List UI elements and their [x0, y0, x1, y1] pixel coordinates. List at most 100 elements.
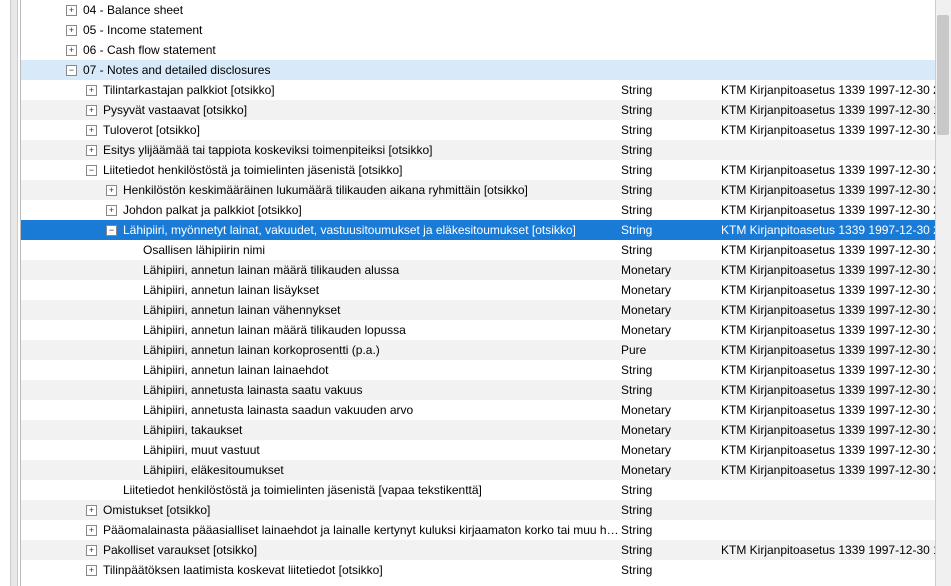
- row-type: String: [621, 240, 721, 260]
- tree-row[interactable]: +04 - Balance sheet: [21, 0, 951, 20]
- tree-row[interactable]: +05 - Income statement: [21, 20, 951, 40]
- row-type: String: [621, 220, 721, 240]
- row-type: Monetary: [621, 460, 721, 480]
- tree-row[interactable]: +Tilinpäätöksen laatimista koskevat liit…: [21, 560, 951, 580]
- expand-icon[interactable]: +: [86, 125, 97, 136]
- tree-row[interactable]: Lähipiiri, annetun lainan määrä tilikaud…: [21, 320, 951, 340]
- tree-row[interactable]: Lähipiiri, eläkesitoumuksetMonetaryKTM K…: [21, 460, 951, 480]
- expand-icon[interactable]: +: [86, 505, 97, 516]
- tree-row[interactable]: Lähipiiri, annetun lainan lainaehdotStri…: [21, 360, 951, 380]
- row-label: Liitetiedot henkilöstöstä ja toimielinte…: [123, 480, 621, 500]
- tree-row[interactable]: Osallisen lähipiirin nimiStringKTM Kirja…: [21, 240, 951, 260]
- row-label: Tuloverot [otsikko]: [103, 120, 621, 140]
- tree-row[interactable]: + Pakolliset varaukset [otsikko]StringKTM…: [21, 540, 951, 560]
- tree-row[interactable]: Lähipiiri, annetusta lainasta saatu vaku…: [21, 380, 951, 400]
- vertical-scrollbar[interactable]: [935, 0, 951, 586]
- row-type: String: [621, 80, 721, 100]
- row-reference: KTM Kirjanpitoasetus 1339 1997-12-30 2 8: [721, 360, 951, 380]
- row-label: Osallisen lähipiirin nimi: [143, 240, 621, 260]
- row-reference: KTM Kirjanpitoasetus 1339 1997-12-30 2 8: [721, 440, 951, 460]
- row-label: Lähipiiri, annetun lainan vähennykset: [143, 300, 621, 320]
- expand-icon[interactable]: +: [106, 205, 117, 216]
- expand-icon[interactable]: +: [86, 105, 97, 116]
- expand-icon[interactable]: +: [86, 145, 97, 156]
- tree-row[interactable]: −Liitetiedot henkilöstöstä ja toimielint…: [21, 160, 951, 180]
- tree-row[interactable]: Lähipiiri, annetun lainan vähennyksetMon…: [21, 300, 951, 320]
- tree-row[interactable]: + Omistukset [otsikko]String: [21, 500, 951, 520]
- collapse-icon[interactable]: −: [86, 165, 97, 176]
- left-scroll-strip: [10, 0, 18, 586]
- row-type: String: [621, 540, 721, 560]
- collapse-icon[interactable]: −: [66, 65, 77, 76]
- row-reference: KTM Kirjanpitoasetus 1339 1997-12-30 2 8: [721, 260, 951, 280]
- row-type: Monetary: [621, 440, 721, 460]
- row-label: Lähipiiri, annetun lainan määrä tilikaud…: [143, 260, 621, 280]
- row-label: Lähipiiri, annetun lainan lisäykset: [143, 280, 621, 300]
- row-label: 05 - Income statement: [83, 20, 621, 40]
- tree-row[interactable]: −07 - Notes and detailed disclosures: [21, 60, 951, 80]
- expand-icon[interactable]: +: [86, 525, 97, 536]
- tree-row[interactable]: +Pääomalainasta pääasialliset lainaehdot…: [21, 520, 951, 540]
- row-type: String: [621, 120, 721, 140]
- tree-row[interactable]: Lähipiiri, annetun lainan lisäyksetMonet…: [21, 280, 951, 300]
- row-type: String: [621, 480, 721, 500]
- row-type: String: [621, 500, 721, 520]
- expand-icon[interactable]: +: [66, 45, 77, 56]
- expand-icon[interactable]: +: [86, 85, 97, 96]
- row-reference: KTM Kirjanpitoasetus 1339 1997-12-30 2 8: [721, 240, 951, 260]
- row-label: Omistukset [otsikko]: [103, 500, 621, 520]
- tree-row[interactable]: Lähipiiri, takauksetMonetaryKTM Kirjanpi…: [21, 420, 951, 440]
- row-type: String: [621, 180, 721, 200]
- tree-row[interactable]: +Johdon palkat ja palkkiot [otsikko]Stri…: [21, 200, 951, 220]
- row-reference: KTM Kirjanpitoasetus 1339 1997-12-30 2 8: [721, 460, 951, 480]
- row-label: Lähipiiri, takaukset: [143, 420, 621, 440]
- row-reference: KTM Kirjanpitoasetus 1339 1997-12-30 2 8: [721, 160, 951, 180]
- row-reference: KTM Kirjanpitoasetus 1339 1997-12-30 2 8: [721, 220, 951, 240]
- row-reference: KTM Kirjanpitoasetus 1339 1997-12-30 2 8: [721, 420, 951, 440]
- tree-row[interactable]: Liitetiedot henkilöstöstä ja toimielinte…: [21, 480, 951, 500]
- scrollbar-thumb[interactable]: [937, 15, 949, 135]
- expand-icon[interactable]: +: [86, 545, 97, 556]
- tree-row[interactable]: Lähipiiri, annetun lainan korkoprosentti…: [21, 340, 951, 360]
- expand-icon[interactable]: +: [106, 185, 117, 196]
- row-type: String: [621, 160, 721, 180]
- row-type: String: [621, 560, 721, 580]
- collapse-icon[interactable]: −: [106, 225, 117, 236]
- row-reference: KTM Kirjanpitoasetus 1339 1997-12-30 2 8: [721, 340, 951, 360]
- tree-row[interactable]: +Pysyvät vastaavat [otsikko]StringKTM Ki…: [21, 100, 951, 120]
- row-type: Monetary: [621, 300, 721, 320]
- row-label: Henkilöstön keskimääräinen lukumäärä til…: [123, 180, 621, 200]
- tree-row[interactable]: Lähipiiri, muut vastuutMonetaryKTM Kirja…: [21, 440, 951, 460]
- row-type: Pure: [621, 340, 721, 360]
- row-reference: KTM Kirjanpitoasetus 1339 1997-12-30 2 8: [721, 380, 951, 400]
- row-label: Pakolliset varaukset [otsikko]: [103, 540, 621, 560]
- row-type: String: [621, 100, 721, 120]
- row-type: Monetary: [621, 420, 721, 440]
- row-reference: KTM Kirjanpitoasetus 1339 1997-12-30 2 8: [721, 280, 951, 300]
- tree-table: +04 - Balance sheet+05 - Income statemen…: [20, 0, 951, 586]
- expand-icon[interactable]: +: [66, 25, 77, 36]
- row-label: Lähipiiri, eläkesitoumukset: [143, 460, 621, 480]
- row-label: 07 - Notes and detailed disclosures: [83, 60, 621, 80]
- row-label: Liitetiedot henkilöstöstä ja toimielinte…: [103, 160, 621, 180]
- row-label: Lähipiiri, annetun lainan korkoprosentti…: [143, 340, 621, 360]
- tree-row[interactable]: +Tuloverot [otsikko]StringKTM Kirjanpito…: [21, 120, 951, 140]
- tree-row[interactable]: +06 - Cash flow statement: [21, 40, 951, 60]
- tree-row[interactable]: Lähipiiri, annetun lainan määrä tilikaud…: [21, 260, 951, 280]
- tree-row[interactable]: −Lähipiiri, myönnetyt lainat, vakuudet, …: [21, 220, 951, 240]
- row-reference: KTM Kirjanpitoasetus 1339 1997-12-30 1 6: [721, 540, 951, 560]
- tree-row[interactable]: + Tilintarkastajan palkkiot [otsikko]Stri…: [21, 80, 951, 100]
- row-type: Monetary: [621, 260, 721, 280]
- tree-row[interactable]: +Esitys ylijäämää tai tappiota koskeviks…: [21, 140, 951, 160]
- row-type: Monetary: [621, 280, 721, 300]
- row-type: String: [621, 140, 721, 160]
- expand-icon[interactable]: +: [66, 5, 77, 16]
- tree-row[interactable]: + Henkilöstön keskimääräinen lukumäärä ti…: [21, 180, 951, 200]
- row-label: Tilintarkastajan palkkiot [otsikko]: [103, 80, 621, 100]
- row-type: Monetary: [621, 400, 721, 420]
- tree-row[interactable]: Lähipiiri, annetusta lainasta saadun vak…: [21, 400, 951, 420]
- expand-icon[interactable]: +: [86, 565, 97, 576]
- row-type: String: [621, 200, 721, 220]
- row-type: String: [621, 380, 721, 400]
- row-type: Monetary: [621, 320, 721, 340]
